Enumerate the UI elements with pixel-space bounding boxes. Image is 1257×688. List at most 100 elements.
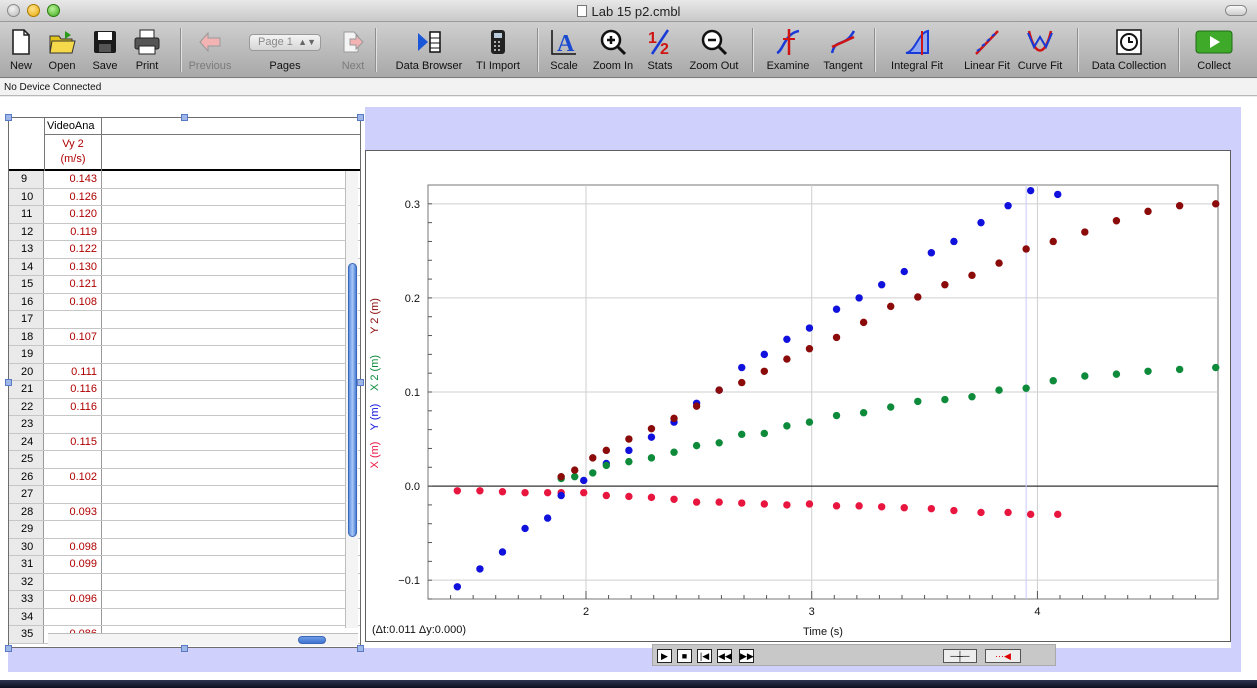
data-point[interactable] — [950, 506, 958, 515]
table-horizontal-scrollbar[interactable] — [48, 633, 358, 646]
data-point[interactable] — [692, 402, 701, 410]
table-vertical-scrollbar[interactable] — [345, 171, 358, 628]
data-point[interactable] — [715, 439, 723, 447]
data-point[interactable] — [602, 446, 611, 455]
table-row[interactable]: 20 0.111 — [9, 363, 360, 381]
resize-handle[interactable] — [5, 114, 12, 121]
data-point[interactable] — [571, 466, 579, 474]
data-point[interactable] — [670, 495, 678, 503]
table-row[interactable]: 10 0.126 — [9, 188, 360, 206]
data-point[interactable] — [670, 448, 678, 456]
step-back-button[interactable]: ◀◀ — [717, 649, 732, 663]
data-point[interactable] — [1112, 370, 1121, 378]
data-point[interactable] — [1026, 510, 1035, 519]
data-point[interactable] — [760, 500, 769, 508]
resize-handle[interactable] — [5, 379, 12, 386]
table-row[interactable]: 24 0.115 — [9, 433, 360, 451]
data-point[interactable] — [589, 454, 597, 462]
cell-vy2[interactable]: 0.096 — [44, 591, 102, 608]
playback-slider-icon[interactable]: ─┼─ — [943, 649, 977, 663]
data-point[interactable] — [968, 271, 976, 280]
cell-vy2[interactable] — [44, 416, 102, 433]
data-point[interactable] — [589, 469, 597, 477]
data-point[interactable] — [625, 435, 633, 443]
data-point[interactable] — [453, 583, 462, 591]
data-point[interactable] — [476, 487, 484, 495]
graph-panel[interactable]: 2 3 4 −0.1 0.0 0.1 0.2 0.3 Time (s) X (m) Y (m) X 2… — [365, 150, 1231, 642]
data-point[interactable] — [543, 514, 552, 522]
data-point[interactable] — [941, 395, 949, 404]
data-point[interactable] — [1112, 217, 1121, 225]
data-table[interactable]: VideoAna Vy 2 (m/s) 9 0.143 10 0.126 11 0.120… — [8, 117, 361, 648]
table-horizontal-scroll-thumb[interactable] — [298, 636, 326, 644]
cell-vy2[interactable]: 0.108 — [44, 293, 102, 310]
data-point[interactable] — [805, 500, 814, 508]
cell-vy2[interactable]: 0.126 — [44, 188, 102, 205]
data-point[interactable] — [832, 502, 841, 510]
data-point[interactable] — [783, 355, 791, 363]
data-point[interactable] — [498, 488, 507, 496]
cell-vy2[interactable]: 0.093 — [44, 503, 102, 520]
data-point[interactable] — [1022, 245, 1030, 253]
table-row[interactable]: 22 0.116 — [9, 398, 360, 416]
data-collection-button[interactable]: Data Collection — [1089, 24, 1169, 72]
data-point[interactable] — [760, 429, 769, 438]
data-point[interactable] — [995, 259, 1003, 267]
table-row[interactable]: 18 0.107 — [9, 328, 360, 346]
data-point[interactable] — [927, 249, 936, 257]
table-row[interactable]: 14 0.130 — [9, 258, 360, 276]
table-row[interactable]: 12 0.119 — [9, 223, 360, 241]
resize-handle[interactable] — [181, 114, 188, 121]
data-browser-button[interactable]: Data Browser — [389, 24, 469, 72]
data-point[interactable] — [1144, 207, 1152, 216]
data-point[interactable] — [805, 324, 814, 332]
data-point[interactable] — [859, 409, 868, 417]
cell-vy2[interactable]: 0.116 — [44, 381, 102, 398]
table-row[interactable]: 9 0.143 — [9, 171, 360, 189]
curve-fit-button[interactable]: Curve Fit — [1000, 24, 1080, 72]
data-point[interactable] — [1026, 186, 1035, 195]
cell-vy2[interactable] — [44, 521, 102, 538]
table-row[interactable]: 34 — [9, 608, 360, 626]
integral-fit-button[interactable]: Integral Fit — [877, 24, 957, 72]
resize-handle[interactable] — [5, 645, 12, 652]
data-point[interactable] — [625, 446, 633, 455]
data-point[interactable] — [760, 367, 769, 375]
data-point[interactable] — [580, 476, 588, 485]
data-point[interactable] — [914, 293, 922, 301]
table-vertical-scroll-thumb[interactable] — [348, 263, 357, 537]
data-point[interactable] — [521, 488, 529, 497]
data-point[interactable] — [968, 393, 976, 401]
data-point[interactable] — [1004, 508, 1012, 517]
cell-vy2[interactable]: 0.099 — [44, 556, 102, 573]
data-point[interactable] — [738, 363, 746, 372]
cell-vy2[interactable]: 0.098 — [44, 538, 102, 555]
tangent-button[interactable]: Tangent — [803, 24, 883, 72]
cell-vy2[interactable]: 0.107 — [44, 328, 102, 345]
data-point[interactable] — [1212, 363, 1220, 372]
data-point[interactable] — [855, 502, 863, 510]
resize-handle[interactable] — [357, 114, 364, 121]
data-point[interactable] — [625, 457, 633, 466]
cell-vy2[interactable] — [44, 573, 102, 590]
column-header-vy2[interactable]: Vy 2 (m/s) — [44, 135, 102, 171]
table-row[interactable]: 30 0.098 — [9, 538, 360, 556]
cell-vy2[interactable]: 0.102 — [44, 468, 102, 485]
data-point[interactable] — [855, 294, 863, 302]
data-point[interactable] — [715, 498, 723, 506]
play-button[interactable]: ▶ — [657, 649, 672, 663]
cell-vy2[interactable] — [44, 451, 102, 468]
table-row[interactable]: 13 0.122 — [9, 241, 360, 259]
data-point[interactable] — [670, 414, 678, 423]
cell-vy2[interactable]: 0.121 — [44, 276, 102, 293]
data-point[interactable] — [1144, 367, 1152, 375]
data-point[interactable] — [832, 305, 841, 313]
data-point[interactable] — [941, 281, 949, 289]
stop-button[interactable]: ■ — [677, 649, 692, 663]
data-point[interactable] — [647, 454, 656, 462]
rewind-start-button[interactable]: |◀ — [697, 649, 712, 663]
cell-vy2[interactable]: 0.120 — [44, 206, 102, 223]
data-point[interactable] — [927, 504, 936, 513]
data-point[interactable] — [783, 335, 791, 344]
data-point[interactable] — [783, 422, 791, 430]
